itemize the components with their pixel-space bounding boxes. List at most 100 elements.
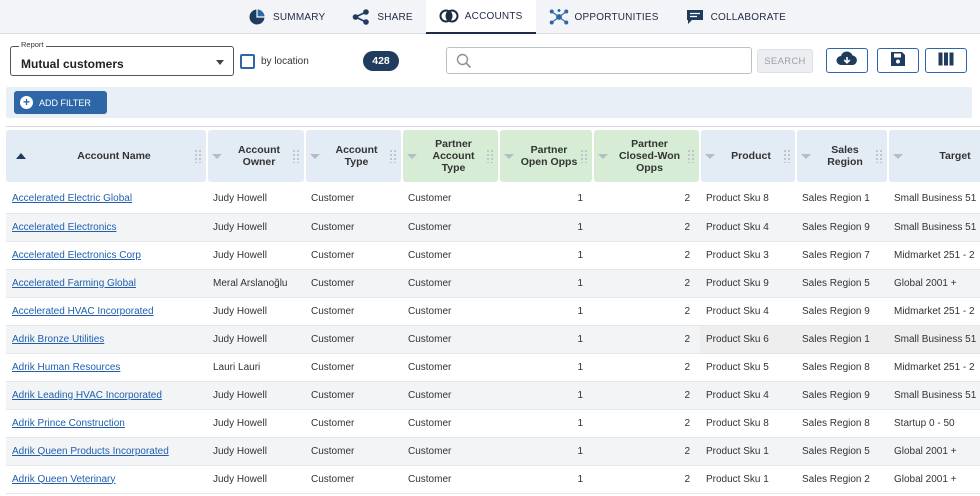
tab-summary-label: SUMMARY — [273, 11, 326, 23]
download-button[interactable] — [826, 48, 868, 73]
cell-account-type: Customer — [305, 297, 402, 326]
add-filter-button[interactable]: + ADD FILTER — [14, 91, 107, 114]
account-link[interactable]: Accelerated Electronics — [12, 222, 117, 233]
cell-partner-account-type: Customer — [402, 409, 499, 438]
table-row[interactable]: Accelerated Electronics Judy Howell Custom… — [6, 213, 980, 242]
report-select[interactable]: Report Mutual customers — [10, 40, 234, 76]
sort-caret-icon[interactable] — [705, 153, 715, 159]
cell-target: Midmarket 251 - 2 — [888, 353, 980, 382]
cell-partner-account-type: Customer — [402, 269, 499, 298]
table-row[interactable]: Accelerated Electronics Corp Judy Howell C… — [6, 241, 980, 270]
cell-partner-account-type: Customer — [402, 213, 499, 242]
column-header-account-owner[interactable]: Account Owner — [207, 127, 306, 185]
cell-account-name[interactable]: Adrik Leading HVAC Incorporated — [6, 381, 207, 410]
cell-account-name[interactable]: Adrik Bronze Utilities — [6, 325, 207, 354]
account-link[interactable]: Adrik Queen Products Incorporated — [12, 446, 169, 457]
column-header-product[interactable]: Product — [700, 127, 797, 185]
cell-partner-open-opps: 1 — [499, 269, 593, 298]
cell-account-name[interactable]: Adrik Queen Veterinary — [6, 465, 207, 494]
columns-button[interactable] — [925, 48, 967, 73]
cell-target: Small Business 51 — [888, 325, 980, 354]
table-row[interactable]: Adrik Queen Products Incorporated Judy Ho… — [6, 437, 980, 466]
sort-caret-icon[interactable] — [407, 153, 417, 159]
cell-target: Small Business 51 — [888, 381, 980, 410]
cell-sales-region: Sales Region 1 — [796, 185, 888, 214]
cell-partner-account-type: Customer — [402, 437, 499, 466]
account-link[interactable]: Adrik Bronze Utilities — [12, 334, 104, 345]
column-header-account-name[interactable]: Account Name — [6, 127, 208, 185]
sort-caret-icon[interactable] — [310, 153, 320, 159]
cell-account-type: Customer — [305, 353, 402, 382]
account-link[interactable]: Adrik Human Resources — [12, 362, 120, 373]
by-location-label: by location — [261, 56, 309, 67]
cell-target: Small Business 51 — [888, 185, 980, 214]
drag-handle-icon[interactable] — [486, 149, 494, 163]
drag-handle-icon[interactable] — [580, 149, 588, 163]
cell-account-name[interactable]: Adrik Human Resources — [6, 353, 207, 382]
save-button[interactable] — [877, 48, 919, 73]
cell-account-name[interactable]: Adrik Prince Construction — [6, 409, 207, 438]
cell-account-name[interactable]: Accelerated Electronics — [6, 213, 207, 242]
cell-account-name[interactable]: Accelerated Electronics Corp — [6, 241, 207, 270]
tab-collaborate[interactable]: COLLABORATE — [672, 0, 799, 34]
sort-ascending-icon[interactable] — [16, 153, 26, 159]
drag-handle-icon[interactable] — [292, 149, 300, 163]
account-link[interactable]: Adrik Queen Veterinary — [12, 474, 115, 485]
by-location-checkbox[interactable] — [240, 54, 255, 69]
sort-caret-icon[interactable] — [801, 153, 811, 159]
cell-product: Product Sku 1 — [700, 465, 796, 494]
table-row[interactable]: Adrik Leading HVAC Incorporated Judy Howe… — [6, 381, 980, 410]
table-row[interactable]: Adrik Prince Construction Judy Howell Cust… — [6, 409, 980, 438]
tab-share[interactable]: SHARE — [338, 0, 425, 34]
sort-caret-icon[interactable] — [598, 153, 608, 159]
column-header-account-type[interactable]: Account Type — [305, 127, 403, 185]
search-input[interactable] — [446, 47, 752, 74]
cell-account-name[interactable]: Accelerated Farming Global — [6, 269, 207, 298]
table-row[interactable]: Accelerated Electric Global Judy Howell Cu… — [6, 185, 980, 214]
cell-account-type: Customer — [305, 409, 402, 438]
nav-tabs: SUMMARY SHARE ACCOUNTS OPPORTUNITIES COL… — [234, 0, 799, 34]
table-row[interactable]: Adrik Bronze Utilities Judy Howell Custome… — [6, 325, 980, 354]
cell-account-owner: Judy Howell — [207, 297, 305, 326]
drag-handle-icon[interactable] — [389, 149, 397, 163]
network-icon — [549, 9, 569, 25]
cell-partner-closed-won-opps: 2 — [593, 409, 700, 438]
cell-target: Midmarket 251 - 2 — [888, 241, 980, 270]
table-row[interactable]: Adrik Queen Veterinary Judy Howell Custome… — [6, 465, 980, 494]
account-link[interactable]: Adrik Leading HVAC Incorporated — [12, 390, 162, 401]
column-header-partner-closed-won-opps[interactable]: Partner Closed-Won Opps — [593, 127, 701, 185]
sort-caret-icon[interactable] — [893, 153, 903, 159]
cell-account-name[interactable]: Adrik Queen Products Incorporated — [6, 437, 207, 466]
account-link[interactable]: Accelerated Farming Global — [12, 278, 136, 289]
table-row[interactable]: Accelerated HVAC Incorporated Judy Howell… — [6, 297, 980, 326]
drag-handle-icon[interactable] — [687, 149, 695, 163]
cell-target: Small Business 51 — [888, 213, 980, 242]
cell-partner-open-opps: 1 — [499, 381, 593, 410]
column-header-partner-open-opps[interactable]: Partner Open Opps — [499, 127, 594, 185]
cell-target: Midmarket 251 - 2 — [888, 297, 980, 326]
drag-handle-icon[interactable] — [875, 149, 883, 163]
column-header-partner-account-type[interactable]: Partner Account Type — [402, 127, 500, 185]
account-link[interactable]: Accelerated Electronics Corp — [12, 250, 141, 261]
column-header-target[interactable]: Target — [888, 127, 980, 185]
tab-opportunities[interactable]: OPPORTUNITIES — [536, 0, 672, 34]
sort-caret-icon[interactable] — [504, 153, 514, 159]
cell-partner-closed-won-opps: 2 — [593, 241, 700, 270]
drag-handle-icon[interactable] — [194, 149, 202, 163]
tab-accounts-label: ACCOUNTS — [464, 10, 523, 22]
table-row[interactable]: Accelerated Farming Global Meral Arslanoğ… — [6, 269, 980, 298]
cell-account-name[interactable]: Accelerated Electric Global — [6, 185, 207, 214]
drag-handle-icon[interactable] — [783, 149, 791, 163]
table-row[interactable]: Adrik Human Resources Lauri Lauri Customer… — [6, 353, 980, 382]
search-button[interactable]: SEARCH — [757, 49, 813, 73]
account-link[interactable]: Accelerated HVAC Incorporated — [12, 306, 154, 317]
tab-collaborate-label: COLLABORATE — [710, 11, 786, 23]
tab-accounts[interactable]: ACCOUNTS — [425, 0, 536, 34]
account-link[interactable]: Accelerated Electric Global — [12, 193, 132, 204]
column-header-sales-region[interactable]: Sales Region — [796, 127, 889, 185]
cell-account-name[interactable]: Accelerated HVAC Incorporated — [6, 297, 207, 326]
sort-caret-icon[interactable] — [212, 153, 222, 159]
cell-partner-closed-won-opps: 2 — [593, 437, 700, 466]
tab-summary[interactable]: SUMMARY — [234, 0, 338, 34]
account-link[interactable]: Adrik Prince Construction — [12, 418, 125, 429]
